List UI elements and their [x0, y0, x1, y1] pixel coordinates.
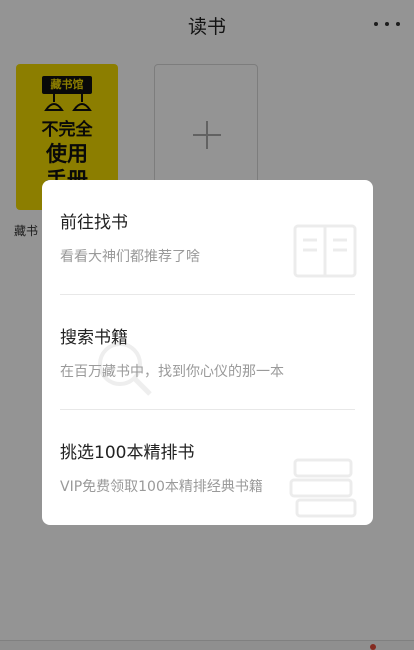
screen: 读书 藏书馆 不完全 使用 手册 藏书: [0, 0, 414, 650]
add-book-popup: 前往找书 看看大神们都推荐了啥 搜索书籍 在百万藏书中，找到你心仪的那一本 挑选…: [42, 180, 373, 525]
menu-item-title: 挑选100本精排书: [60, 443, 195, 463]
menu-item-search-books[interactable]: 搜索书籍 在百万藏书中，找到你心仪的那一本: [42, 295, 373, 410]
menu-item-subtitle: VIP免费领取100本精排经典书籍: [60, 479, 263, 495]
menu-item-find-books[interactable]: 前往找书 看看大神们都推荐了啥: [42, 180, 373, 295]
menu-item-title: 前往找书: [60, 213, 128, 233]
menu-item-subtitle: 在百万藏书中，找到你心仪的那一本: [60, 364, 284, 380]
menu-item-title: 搜索书籍: [60, 328, 128, 348]
menu-item-pick-100-books[interactable]: 挑选100本精排书 VIP免费领取100本精排经典书籍: [42, 410, 373, 525]
menu-item-subtitle: 看看大神们都推荐了啥: [60, 249, 200, 265]
